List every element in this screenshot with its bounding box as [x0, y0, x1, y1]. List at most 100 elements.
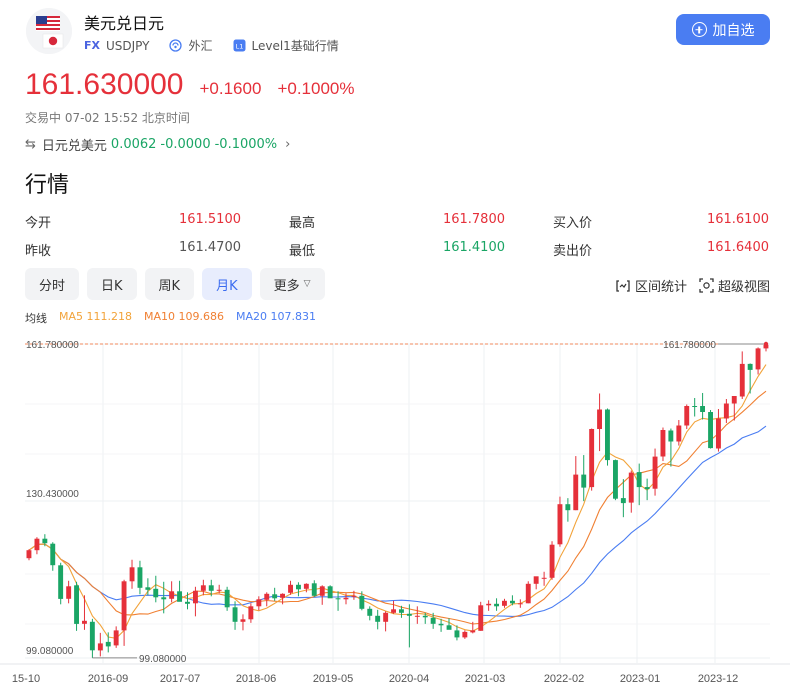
candle-body	[406, 613, 412, 616]
range-stats-button[interactable]: 区间统计	[615, 276, 687, 295]
instrument-meta: FX USDJPY 外汇 L1 Level1基础行情	[84, 37, 339, 54]
low-marker-label: 99.080000	[139, 654, 187, 665]
candle-body	[723, 403, 729, 419]
quote-stats: 今开 161.5100 最高 161.7800 买入价 161.6100 昨收 …	[25, 207, 770, 263]
x-tick-label: 2020-04	[389, 673, 429, 685]
candle-body	[50, 543, 56, 566]
candle-body	[668, 430, 674, 442]
candle-body	[581, 474, 587, 488]
category-label: 外汇	[188, 39, 213, 53]
candle-body	[510, 600, 515, 604]
candle-body	[589, 429, 595, 488]
candlestick-chart[interactable]: 161.780000 130.430000 99.080000 15-10 2016-0…	[0, 330, 790, 690]
candle-body	[319, 586, 325, 596]
candle-body	[414, 615, 420, 617]
x-tick-label: 15-10	[12, 673, 40, 685]
candle-body	[636, 472, 642, 488]
stat-low: 最低 161.4100	[289, 239, 505, 259]
candle-body	[97, 643, 103, 651]
tab-intraday[interactable]: 分时	[25, 268, 80, 300]
candle-body	[280, 593, 285, 598]
candle-body	[391, 609, 396, 613]
y-tick-label: 99.080000	[26, 646, 74, 657]
chart-tools: 区间统计 超级视图	[615, 276, 770, 295]
ma-legend: 均线 MA5 111.218 MA10 109.686 MA20 107.831	[25, 310, 316, 326]
cross-change: -0.0000	[160, 137, 211, 152]
candle-body	[716, 418, 721, 449]
candle-body	[731, 396, 737, 404]
candle-body	[430, 617, 436, 624]
candle-body	[478, 605, 484, 631]
tab-daily-k[interactable]: 日K	[87, 268, 137, 300]
candle-body	[644, 487, 650, 490]
add-to-watchlist-button[interactable]: 加自选	[676, 14, 770, 45]
range-bracket-icon	[616, 279, 630, 292]
expand-view-icon	[699, 278, 714, 293]
candle-body	[502, 600, 507, 606]
candle-body	[446, 625, 452, 630]
candle-body	[351, 595, 357, 597]
candle-body	[185, 601, 190, 604]
candle-body	[288, 584, 293, 593]
last-price: 161.630000	[25, 68, 184, 101]
candle-body	[494, 603, 499, 607]
swap-icon: ⇆	[25, 137, 36, 152]
candle-body	[620, 498, 626, 504]
x-tick-label: 2018-06	[236, 673, 276, 685]
level-label: Level1基础行情	[251, 39, 339, 53]
candle-body	[541, 577, 547, 579]
candle-body	[224, 589, 230, 608]
candle-body	[652, 456, 658, 489]
price-row: 161.630000 +0.1600 +0.1000%	[25, 68, 354, 102]
trading-status: 交易中 07-02 15:52 北京时间	[25, 111, 190, 125]
header: 美元兑日元 FX USDJPY 外汇 L1 Level1基础行情 加自选	[0, 0, 790, 62]
ma5-value: MA5 111.218	[59, 310, 132, 323]
x-tick-label: 2023-12	[698, 673, 738, 685]
cross-label: 日元兑美元	[41, 139, 107, 154]
candle-body	[42, 538, 48, 544]
tab-more[interactable]: 更多 ▽	[259, 268, 325, 300]
chevron-right-icon: ›	[285, 137, 291, 152]
candle-body	[169, 591, 175, 599]
candle-body	[708, 412, 713, 449]
candle-body	[739, 363, 745, 397]
stat-prev-close: 昨收 161.4700	[25, 239, 241, 259]
tab-weekly-k[interactable]: 周K	[144, 268, 195, 300]
candle-body	[486, 603, 492, 606]
candle-body	[747, 363, 753, 370]
candle-body	[200, 585, 206, 591]
ma20-value: MA20 107.831	[236, 310, 316, 323]
super-view-button[interactable]: 超级视图	[699, 276, 770, 295]
section-title: 行情	[25, 173, 70, 198]
forex-icon	[169, 39, 183, 52]
candle-body	[66, 586, 72, 599]
cross-price: 0.0062	[110, 137, 157, 152]
candle-body	[367, 608, 373, 616]
candle-body	[193, 590, 198, 604]
stat-ask: 卖出价 161.6400	[553, 239, 769, 259]
candle-body	[82, 620, 87, 624]
candle-body	[700, 406, 705, 412]
candle-body	[34, 538, 40, 551]
candle-body	[597, 409, 602, 429]
x-tick-label: 2017-07	[160, 673, 200, 685]
candle-body	[399, 609, 404, 613]
candle-body	[343, 597, 349, 600]
high-marker-label: 161.780000	[663, 340, 716, 351]
candle-body	[573, 474, 579, 511]
more-label: 更多	[273, 278, 300, 294]
candle-body	[137, 567, 143, 588]
tab-monthly-k[interactable]: 月K	[202, 268, 252, 300]
candle-body	[240, 619, 246, 622]
cross-rate-link[interactable]: ⇆ 日元兑美元 0.0062 -0.0000 -0.1000% ›	[25, 135, 290, 154]
candle-body	[272, 594, 278, 599]
stat-open: 今开 161.5100	[25, 211, 241, 231]
x-tick-label: 2021-03	[465, 673, 505, 685]
stat-bid: 买入价 161.6100	[553, 211, 769, 231]
candle-body	[525, 583, 531, 604]
candle-body	[216, 589, 222, 591]
y-tick-label: 130.430000	[26, 489, 79, 500]
stats-row: 昨收 161.4700 最低 161.4100 卖出价 161.6400	[25, 235, 770, 263]
add-label: 加自选	[712, 22, 755, 39]
chevron-down-icon: ▽	[303, 279, 311, 289]
